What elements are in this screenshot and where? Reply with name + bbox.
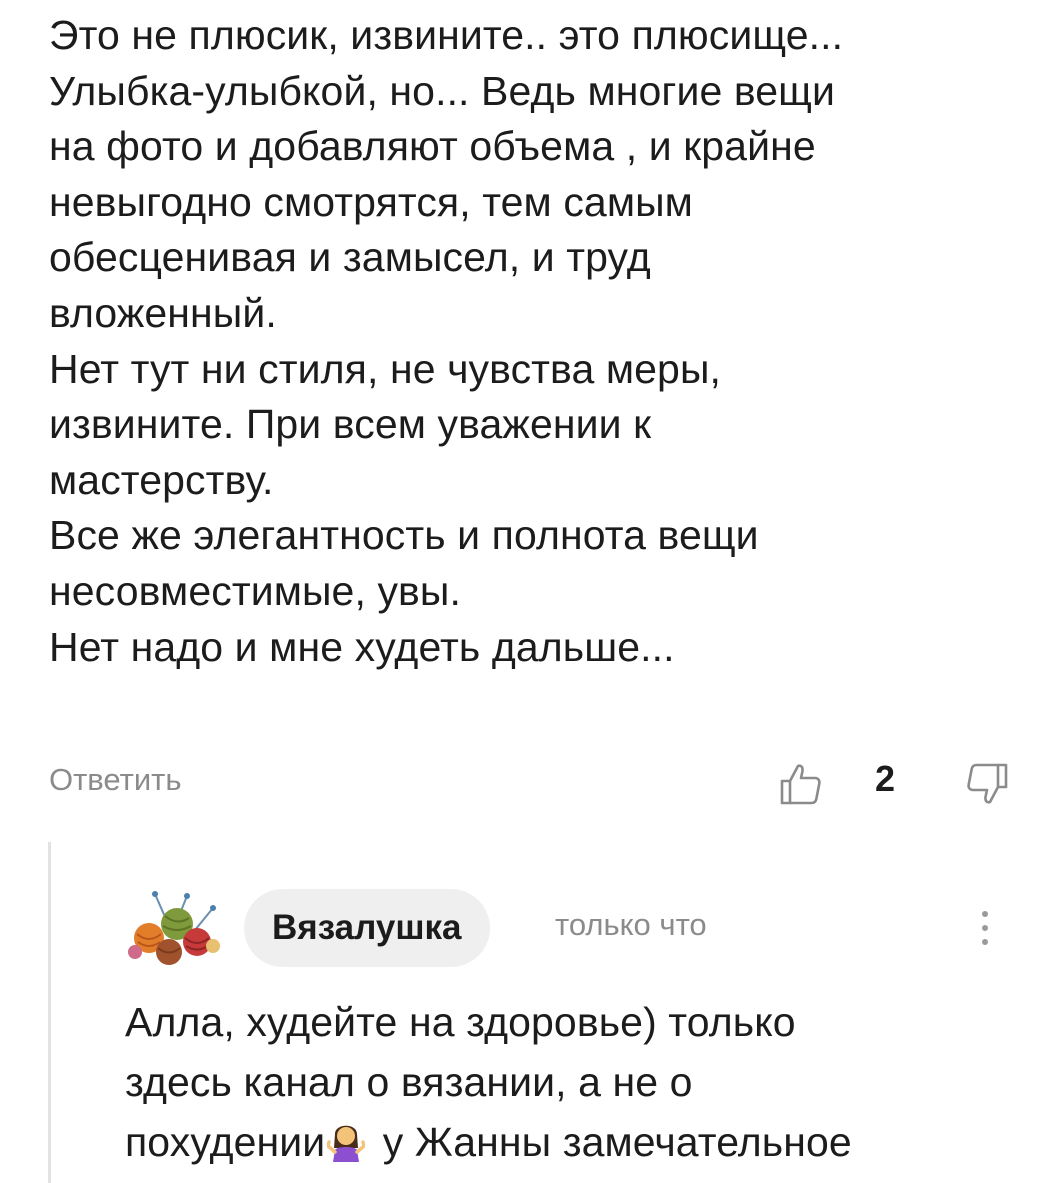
woman-shrugging-emoji-icon [327, 1125, 366, 1162]
thumbs-down-icon[interactable] [963, 760, 1011, 808]
comment-text-line: вложенный. [49, 289, 277, 336]
comment-text-line: на фото и добавляют объема , и крайне [49, 123, 816, 170]
thread-line [48, 842, 51, 1183]
reply-text-line: Алла, худейте на здоровье) только [125, 999, 796, 1045]
comment-text-line: Нет надо и мне худеть дальше... [49, 623, 675, 670]
reply-text-line: здесь канал о вязании, а не о [125, 1059, 693, 1105]
more-options-icon[interactable] [973, 906, 997, 950]
thumbs-up-icon[interactable] [777, 760, 825, 808]
author-name-chip[interactable]: Вязалушка [244, 889, 490, 967]
comment-text-line: несовместимые, увы. [49, 567, 461, 614]
comment-actions: Ответить 2 [49, 758, 1019, 808]
comment-text-line: извините. При всем уважении к [49, 401, 652, 448]
reply-text-fragment: похудении [125, 1119, 326, 1165]
avatar[interactable] [125, 886, 221, 970]
comment-text-line: невыгодно смотрятся, тем самым [49, 178, 693, 225]
reply-body: Алла, худейте на здоровье) только здесь … [125, 992, 1025, 1172]
like-count: 2 [875, 758, 896, 799]
comment-text-line: Нет тут ни стиля, не чувства меры, [49, 345, 722, 392]
comment-text-line: Это не плюсик, извините.. это плюсище... [49, 12, 844, 58]
comment-text-line: Улыбка-улыбкой, но... Ведь многие вещи [49, 67, 836, 114]
reply-header: Вязалушка только что [125, 886, 1005, 970]
comment-text-line: Все же элегантность и полнота вещи [49, 512, 759, 559]
comment-text-line: обесценивая и замысел, и труд [49, 234, 651, 281]
comment-text-line: мастерству. [49, 456, 274, 503]
comment-body: Это не плюсик, извините.. это плюсище...… [49, 8, 1029, 675]
reply-text-fragment: у Жанны замечательное [371, 1119, 852, 1165]
reply-button[interactable]: Ответить [49, 762, 182, 798]
reply-timestamp: только что [555, 907, 707, 942]
reply-text-line: похудении у Жанны замечательное [125, 1112, 1025, 1172]
